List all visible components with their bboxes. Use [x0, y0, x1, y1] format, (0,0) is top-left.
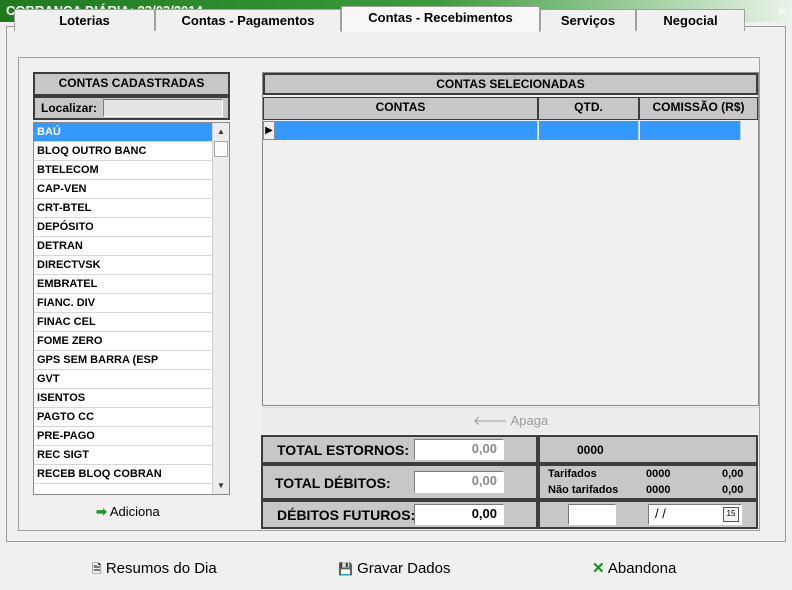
list-item[interactable]: FINAC CEL	[34, 313, 212, 332]
debitos-futuros-box: DÉBITOS FUTUROS: 0,00	[261, 500, 538, 529]
tarifados-count: 0000	[646, 468, 671, 480]
list-item[interactable]: BTELECOM	[34, 161, 212, 180]
tab-servicos[interactable]: Serviços	[540, 9, 636, 31]
resumos-do-dia-button[interactable]: 🗎 Resumos do Dia	[92, 560, 217, 578]
contas-list: BAÚ BLOQ OUTRO BANC BTELECOM CAP-VEN CRT-BTE…	[33, 122, 230, 495]
adiciona-label: Adiciona	[109, 504, 160, 519]
futuros-extra-input[interactable]	[568, 504, 616, 525]
list-item[interactable]: REC SIGT	[34, 446, 212, 465]
close-icon: ✕	[592, 560, 605, 577]
list-item[interactable]: BAÚ	[34, 123, 212, 142]
gravar-label: Gravar Dados	[357, 560, 451, 577]
abandona-button[interactable]: ✕ Abandona	[592, 560, 676, 578]
column-header-comissao[interactable]: COMISSÃO (R$)	[639, 97, 758, 120]
debitos-futuros-label: DÉBITOS FUTUROS:	[277, 507, 416, 523]
total-estornos-box: TOTAL ESTORNOS: 0,00	[261, 435, 538, 464]
apaga-button[interactable]: 🡐 Apaga	[262, 407, 759, 433]
column-header-qtd[interactable]: QTD.	[538, 97, 639, 120]
nao-tarifados-count: 0000	[646, 484, 671, 496]
tarifados-value: 0,00	[722, 468, 744, 480]
grid-cell-qtd[interactable]	[539, 121, 639, 140]
arrow-left-icon: 🡐	[472, 413, 508, 428]
column-header-contas[interactable]: CONTAS	[263, 97, 538, 120]
resumos-label: Resumos do Dia	[105, 560, 217, 577]
contas-selecionadas-grid: CONTAS SELECIONADAS CONTAS QTD. COMISSÃO…	[262, 72, 759, 406]
contas-cadastradas-header: CONTAS CADASTRADAS	[33, 72, 230, 96]
tab-label: Contas - Pagamentos	[181, 13, 315, 28]
nao-tarifados-value: 0,00	[722, 484, 744, 496]
list-item[interactable]: GPS SEM BARRA (ESP	[34, 351, 212, 370]
tarifacao-box: Tarifados 0000 0,00 Não tarifados 0000 0…	[538, 464, 758, 500]
list-item[interactable]: DETRAN	[34, 237, 212, 256]
nao-tarifados-label: Não tarifados	[548, 484, 619, 496]
total-estornos-value: 0,00	[414, 439, 504, 460]
calendar-icon[interactable]: 15	[723, 507, 739, 522]
scroll-up-icon[interactable]: ▲	[213, 123, 229, 140]
date-input[interactable]: / / 15	[648, 504, 742, 525]
grid-cell-contas[interactable]	[275, 121, 538, 140]
list-item[interactable]: PAGTO CC	[34, 408, 212, 427]
list-scrollbar[interactable]: ▲ ▼	[212, 123, 229, 494]
document-icon: 🗎	[92, 562, 102, 576]
total-debitos-label: TOTAL DÉBITOS:	[275, 475, 391, 491]
estornos-count-box: 0000	[538, 435, 758, 464]
gravar-dados-button[interactable]: 💾 Gravar Dados	[338, 560, 451, 578]
close-icon[interactable]: ×	[772, 0, 792, 22]
tab-contas-recebimentos[interactable]: Contas - Recebimentos	[341, 6, 540, 32]
adiciona-button[interactable]: ➡ Adiciona	[96, 503, 160, 521]
list-item[interactable]: CRT-BTEL	[34, 199, 212, 218]
list-item[interactable]: DEPÓSITO	[34, 218, 212, 237]
futuros-date-box: / / 15	[538, 500, 758, 529]
scroll-thumb[interactable]	[214, 141, 228, 157]
list-item[interactable]: FOME ZERO	[34, 332, 212, 351]
tab-label: Negocial	[663, 13, 718, 28]
total-debitos-value: 0,00	[414, 471, 504, 493]
abandona-label: Abandona	[607, 560, 677, 577]
list-item[interactable]: BLOQ OUTRO BANC	[34, 142, 212, 161]
tab-label: Serviços	[560, 13, 616, 28]
apaga-label: Apaga	[510, 413, 549, 428]
list-item[interactable]: GVT	[34, 370, 212, 389]
row-pointer-icon: ▶	[263, 121, 275, 140]
debitos-futuros-value[interactable]: 0,00	[414, 504, 504, 525]
search-box: Localizar:	[33, 96, 230, 120]
grid-cell-comissao[interactable]	[640, 121, 741, 140]
list-item[interactable]: DIRECTVSK	[34, 256, 212, 275]
tab-negocial[interactable]: Negocial	[636, 9, 745, 31]
list-item[interactable]: RECEB BLOQ COBRAN	[34, 465, 212, 484]
tab-contas-pagamentos[interactable]: Contas - Pagamentos	[155, 9, 341, 31]
date-value: / /	[655, 506, 666, 521]
total-debitos-box: TOTAL DÉBITOS: 0,00	[261, 464, 538, 500]
tab-label: Loterias	[59, 13, 110, 28]
arrow-right-icon: ➡	[96, 504, 107, 519]
list-item[interactable]: EMBRATEL	[34, 275, 212, 294]
list-item[interactable]: FIANC. DIV	[34, 294, 212, 313]
save-icon: 💾	[338, 562, 353, 576]
list-item[interactable]: PRE-PAGO	[34, 427, 212, 446]
list-item[interactable]: ISENTOS	[34, 389, 212, 408]
list-item[interactable]: CAP-VEN	[34, 180, 212, 199]
contas-selecionadas-header: CONTAS SELECIONADAS	[263, 73, 758, 95]
total-estornos-label: TOTAL ESTORNOS:	[277, 442, 409, 458]
tab-label: Contas - Recebimentos	[368, 10, 513, 25]
search-input[interactable]	[103, 99, 223, 117]
scroll-down-icon[interactable]: ▼	[213, 477, 229, 494]
search-label: Localizar:	[41, 101, 98, 115]
estornos-count: 0000	[577, 443, 604, 457]
tarifados-label: Tarifados	[548, 468, 597, 480]
tab-loterias[interactable]: Loterias	[14, 9, 155, 31]
